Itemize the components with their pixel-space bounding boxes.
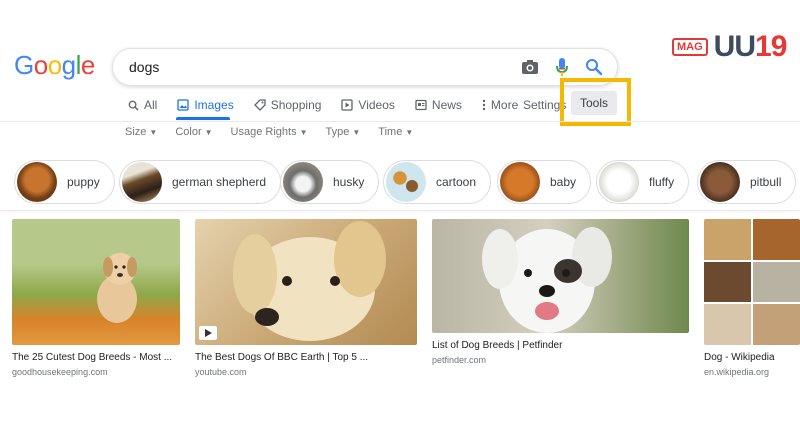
filter-label: Usage Rights <box>230 126 297 138</box>
caret-down-icon: ▼ <box>149 127 158 137</box>
camera-icon[interactable] <box>519 56 541 78</box>
filter-label: Color <box>175 126 202 138</box>
image-result[interactable]: The 25 Cutest Dog Breeds - Most ... good… <box>12 219 180 377</box>
chip-thumbnail <box>122 162 162 202</box>
caret-down-icon: ▼ <box>352 127 361 137</box>
header-divider <box>0 121 800 122</box>
google-logo[interactable]: Google <box>14 50 95 81</box>
tab-shopping[interactable]: Shopping <box>253 96 322 114</box>
result-image[interactable] <box>704 219 800 345</box>
chip-thumbnail <box>17 162 57 202</box>
result-source: youtube.com <box>195 367 247 377</box>
filter-bar: Size ▼ Color ▼ Usage Rights ▼ Type ▼ Time ▼ <box>125 126 431 138</box>
chip-cartoon[interactable]: cartoon <box>383 160 492 204</box>
search-box[interactable] <box>112 48 618 86</box>
search-input[interactable] <box>129 59 509 75</box>
search-icon[interactable] <box>583 56 605 78</box>
brand-number: UU19 <box>713 30 788 64</box>
brand-mag: MAG <box>672 38 708 56</box>
filter-usage-rights[interactable]: Usage Rights ▼ <box>231 126 308 138</box>
brand-num-b: 19 <box>755 30 787 63</box>
filter-label: Type <box>325 126 350 138</box>
image-result[interactable]: The Best Dogs Of BBC Earth | Top 5 ... y… <box>195 219 417 377</box>
filter-label: Size <box>125 126 147 138</box>
result-title[interactable]: The 25 Cutest Dog Breeds - Most ... <box>12 352 180 363</box>
search-tabs: All Images Shopping Videos News More <box>128 96 538 114</box>
image-result[interactable]: Dog - Wikipedia en.wikipedia.org <box>704 219 800 377</box>
chip-thumbnail <box>599 162 639 202</box>
result-image[interactable] <box>432 219 689 333</box>
chip-puppy[interactable]: puppy <box>14 160 115 204</box>
tab-news[interactable]: News <box>415 96 462 114</box>
brand-logo: MAG UU19 <box>672 30 788 64</box>
tab-videos[interactable]: Videos <box>341 96 395 114</box>
tab-label: More <box>490 98 519 112</box>
news-icon <box>415 99 427 111</box>
result-title[interactable]: List of Dog Breeds | Petfinder <box>432 340 689 351</box>
tab-label: Images <box>194 98 234 112</box>
filter-color[interactable]: Color ▼ <box>175 126 212 138</box>
chip-fluffy[interactable]: fluffy <box>596 160 690 204</box>
result-source: petfinder.com <box>432 355 487 365</box>
caret-down-icon: ▼ <box>299 127 308 137</box>
tab-images[interactable]: Images <box>177 96 234 114</box>
chip-label: baby <box>550 175 577 189</box>
tab-label: Videos <box>358 98 395 112</box>
filter-label: Time <box>378 126 403 138</box>
microphone-icon[interactable] <box>551 56 573 78</box>
result-title[interactable]: The Best Dogs Of BBC Earth | Top 5 ... <box>195 352 417 363</box>
chip-thumbnail <box>283 162 323 202</box>
active-tab-indicator <box>176 117 230 120</box>
chip-label: fluffy <box>649 175 675 189</box>
chip-label: german shepherd <box>172 175 267 189</box>
search-icon <box>128 100 139 111</box>
image-icon <box>177 99 189 111</box>
more-vert-icon <box>482 99 486 111</box>
result-source: goodhousekeeping.com <box>12 367 108 377</box>
tab-label: All <box>144 98 158 112</box>
filter-size[interactable]: Size ▼ <box>125 126 157 138</box>
tab-all[interactable]: All <box>128 96 157 114</box>
tab-label: Shopping <box>270 98 322 112</box>
tab-more[interactable]: More <box>482 96 518 114</box>
chip-pitbull[interactable]: pitbull <box>697 160 797 204</box>
filter-type[interactable]: Type ▼ <box>326 126 361 138</box>
video-icon <box>341 99 354 111</box>
image-result[interactable]: List of Dog Breeds | Petfinder petfinder… <box>432 219 689 365</box>
result-image[interactable] <box>12 219 180 345</box>
chip-german-shepherd[interactable]: german shepherd <box>119 160 282 204</box>
result-image[interactable] <box>195 219 417 345</box>
chip-thumbnail <box>386 162 426 202</box>
chip-thumbnail <box>700 162 740 202</box>
chip-thumbnail <box>500 162 540 202</box>
chip-label: husky <box>333 175 365 189</box>
filter-time[interactable]: Time ▼ <box>378 126 413 138</box>
chip-label: puppy <box>67 175 100 189</box>
result-source: en.wikipedia.org <box>704 367 770 377</box>
chip-husky[interactable]: husky <box>280 160 380 204</box>
tools-highlight-box <box>560 78 631 126</box>
tag-icon <box>253 99 266 111</box>
caret-down-icon: ▼ <box>405 127 414 137</box>
caret-down-icon: ▼ <box>204 127 213 137</box>
chip-label: pitbull <box>750 175 782 189</box>
result-title[interactable]: Dog - Wikipedia <box>704 352 800 363</box>
play-icon <box>199 326 217 340</box>
chip-baby[interactable]: baby <box>497 160 592 204</box>
tab-label: News <box>431 98 462 112</box>
chip-label: cartoon <box>436 175 477 189</box>
brand-num-a: UU <box>713 30 756 63</box>
